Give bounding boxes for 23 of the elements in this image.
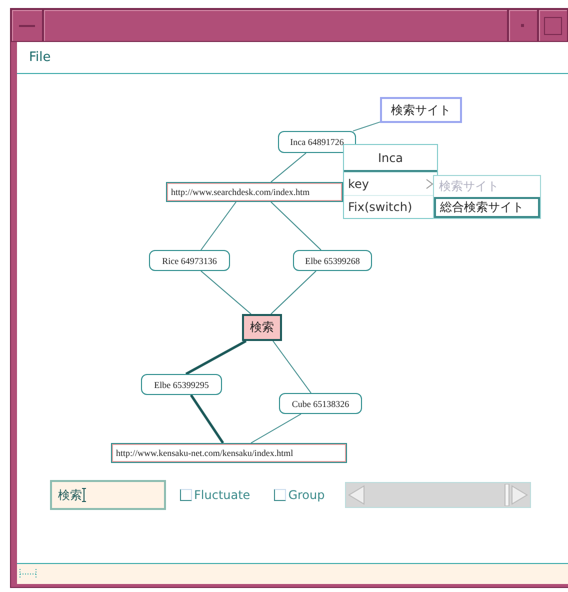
minimize-icon[interactable] <box>521 24 525 28</box>
graph-node[interactable]: 検索 <box>242 314 282 341</box>
graph-node[interactable]: http://www.kensaku-net.com/kensaku/index.html <box>111 443 347 463</box>
left-arrow-icon[interactable] <box>346 484 366 506</box>
title-bar[interactable] <box>43 9 508 42</box>
graph-node[interactable]: Rice 64973136 <box>149 250 230 271</box>
graph-node[interactable]: Inca 64891726 <box>278 131 356 153</box>
text-cursor-icon <box>82 488 86 502</box>
right-arrow-icon[interactable] <box>510 484 530 506</box>
window-menu-icon[interactable] <box>19 24 35 28</box>
scroll-bar[interactable] <box>344 482 531 508</box>
menu-item[interactable]: File <box>29 50 51 65</box>
graph-node[interactable]: Elbe 65399268 <box>293 250 372 271</box>
maximize-icon[interactable] <box>544 16 562 34</box>
search-field[interactable]: 検索 <box>50 480 166 510</box>
graph-node[interactable]: 検索サイト <box>380 97 462 123</box>
graph-node[interactable]: http://www.searchdesk.com/index.htm <box>166 182 343 202</box>
submenu-item[interactable]: 総合検索サイト <box>434 197 540 218</box>
graph-node[interactable]: Cube 65138326 <box>279 393 362 414</box>
graph-node[interactable]: Elbe 65399295 <box>141 374 222 395</box>
checkbox[interactable]: Group <box>274 488 325 502</box>
checkbox[interactable]: Fluctuate <box>180 488 250 502</box>
popup-title: Inca <box>344 145 437 172</box>
